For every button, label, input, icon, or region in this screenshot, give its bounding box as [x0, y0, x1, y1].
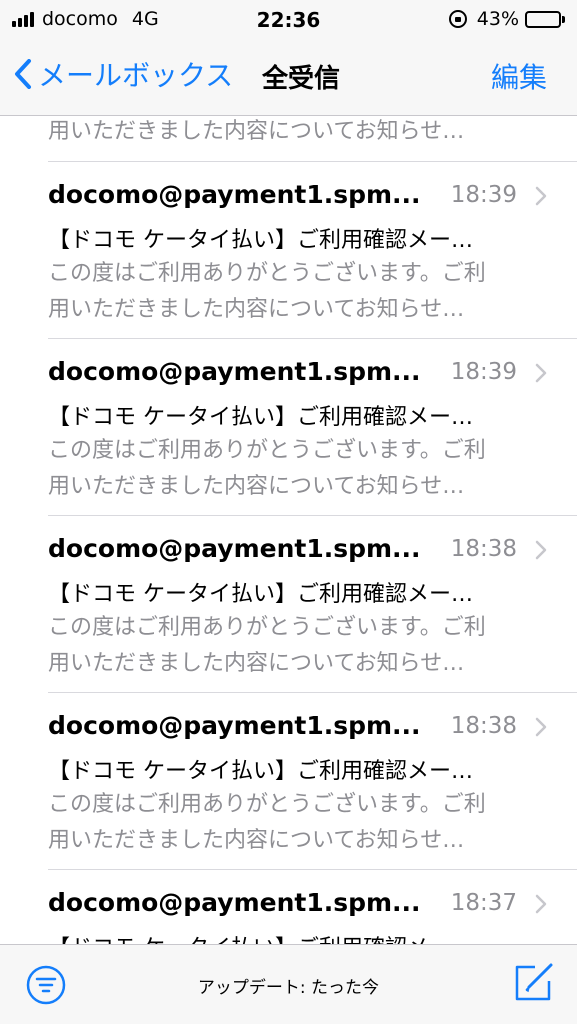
message-preview: この度はご利用ありがとうございます。ご利 用いただきました内容についてお知らせ…: [48, 610, 548, 682]
message-subject: 【ドコモ ケータイ払い】ご利用確認メー…: [48, 405, 473, 430]
back-label: メールボックス: [38, 59, 234, 92]
message-subject: 【ドコモ ケータイ払い】ご利用確認メー…: [48, 930, 538, 944]
page-title: 全受信: [262, 64, 341, 94]
message-row[interactable]: docomo@payment1.spm... 18:39 【ドコモ ケータイ払い…: [48, 162, 577, 339]
battery-percent: 43%: [476, 8, 519, 30]
message-sender: docomo@payment1.spm...: [48, 534, 421, 563]
preview-line: 用いただきました内容についてお知らせ…: [48, 828, 465, 853]
message-sender: docomo@payment1.spm...: [48, 711, 421, 740]
message-preview: 用いただきました内容についてお知らせ…: [48, 119, 465, 144]
message-time: 18:38: [450, 536, 517, 562]
preview-line: 用いただきました内容についてお知らせ…: [48, 651, 465, 676]
status-bar: docomo 4G 22:36 43%: [0, 0, 577, 38]
message-preview: この度はご利用ありがとうございます。ご利 用いただきました内容についてお知らせ…: [48, 433, 548, 505]
navigation-bar: メールボックス 全受信 編集: [0, 38, 577, 116]
message-subject: 【ドコモ ケータイ払い】ご利用確認メー…: [48, 582, 473, 607]
chevron-right-icon: [535, 186, 547, 206]
chevron-right-icon: [535, 894, 547, 914]
preview-line: この度はご利用ありがとうございます。ご利: [48, 261, 486, 286]
message-subject: 【ドコモ ケータイ払い】ご利用確認メー…: [48, 228, 473, 253]
chevron-right-icon: [535, 540, 547, 560]
battery-icon: [525, 10, 565, 28]
preview-line: 用いただきました内容についてお知らせ…: [48, 297, 465, 322]
message-time: 18:39: [450, 359, 517, 385]
chevron-right-icon: [535, 717, 547, 737]
update-status: アップデート: たった今: [197, 978, 380, 998]
back-button[interactable]: メールボックス: [14, 54, 233, 94]
message-time: 18:38: [450, 713, 517, 739]
message-preview: この度はご利用ありがとうございます。ご利 用いただきました内容についてお知らせ…: [48, 787, 548, 859]
message-row[interactable]: docomo@payment1.spm... 18:37 【ドコモ ケータイ払い…: [48, 870, 577, 944]
message-row[interactable]: docomo@payment1.spm... 18:39 【ドコモ ケータイ払い…: [48, 339, 577, 516]
message-sender: docomo@payment1.spm...: [48, 180, 421, 209]
message-sender: docomo@payment1.spm...: [48, 357, 421, 386]
message-row-partial[interactable]: 用いただきました内容についてお知らせ…: [48, 116, 577, 162]
message-time: 18:39: [450, 182, 517, 208]
edit-button[interactable]: 編集: [491, 56, 547, 96]
preview-line: この度はご利用ありがとうございます。ご利: [48, 792, 486, 817]
message-row[interactable]: docomo@payment1.spm... 18:38 【ドコモ ケータイ払い…: [48, 516, 577, 693]
message-time: 18:37: [450, 890, 517, 916]
preview-line: この度はご利用ありがとうございます。ご利: [48, 615, 486, 640]
preview-line: この度はご利用ありがとうございます。ご利: [48, 438, 486, 463]
message-list[interactable]: 用いただきました内容についてお知らせ… docomo@payment1.spm.…: [0, 116, 577, 944]
chevron-left-icon: [15, 59, 31, 89]
message-row[interactable]: docomo@payment1.spm... 18:38 【ドコモ ケータイ払い…: [48, 693, 577, 870]
chevron-right-icon: [535, 363, 547, 383]
message-subject: 【ドコモ ケータイ払い】ご利用確認メー…: [48, 759, 473, 784]
preview-line: 用いただきました内容についてお知らせ…: [48, 474, 465, 499]
message-preview: この度はご利用ありがとうございます。ご利 用いただきました内容についてお知らせ…: [48, 256, 548, 328]
message-sender: docomo@payment1.spm...: [48, 888, 421, 917]
status-right: 43%: [448, 8, 565, 30]
orientation-lock-icon: [448, 10, 467, 28]
compose-icon[interactable]: [513, 961, 555, 1003]
bottom-toolbar: アップデート: たった今: [0, 944, 577, 1024]
